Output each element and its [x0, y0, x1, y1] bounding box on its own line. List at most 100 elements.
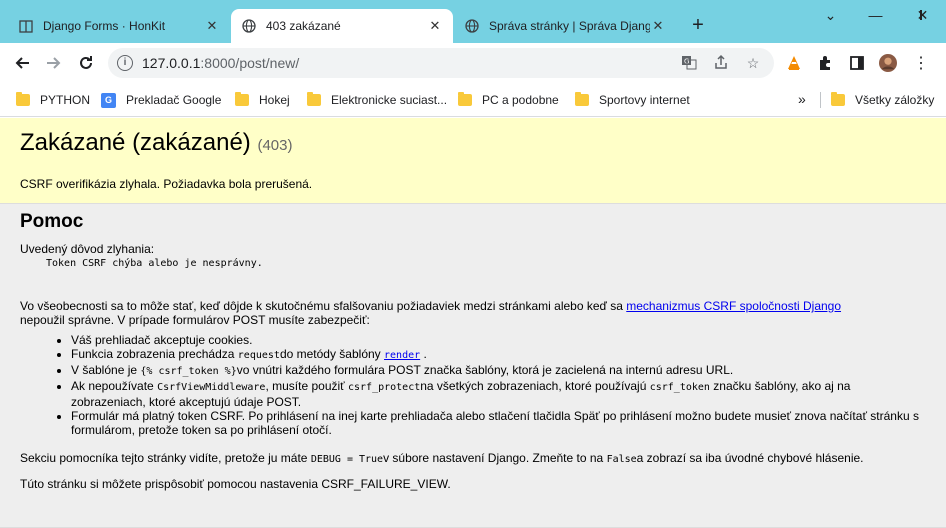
item-text: Ak nepoužívate	[71, 379, 154, 393]
url-path: :8000/post/new/	[200, 55, 300, 71]
reload-button[interactable]	[72, 49, 100, 77]
tab-title: 403 zakázané	[266, 19, 341, 33]
forward-button[interactable]	[40, 49, 68, 77]
tab-403[interactable]: 403 zakázané ✕	[231, 9, 453, 43]
folder-icon	[575, 92, 589, 106]
bookmark-pc[interactable]: PC a podobne	[458, 91, 559, 109]
error-title: Zakázané (zakázané)	[20, 129, 251, 156]
bookmark-label: Sportovy internet	[599, 93, 690, 107]
toolbar: i 127.0.0.1:8000/post/new/ G ☆ ⋮	[0, 43, 946, 83]
code-middleware: CsrfViewMiddleware	[157, 382, 266, 393]
bookmark-google-translate[interactable]: G Prekladač Google	[101, 91, 221, 109]
item-text: Funkcia zobrazenia prechádza	[71, 347, 235, 361]
bookmark-label: Všetky záložky	[855, 93, 935, 107]
avatar[interactable]	[879, 54, 897, 72]
general-paragraph: Vo všeobecnosti sa to môže stať, keď dôj…	[20, 299, 926, 327]
menu-kebab-icon[interactable]: ⋮	[912, 54, 930, 72]
item-text: Váš prehliadač akceptuje cookies.	[71, 333, 253, 347]
address-bar[interactable]: i 127.0.0.1:8000/post/new/ G ☆	[108, 48, 774, 78]
error-summary: Zakázané (zakázané) (403) CSRF overifiká…	[0, 118, 946, 204]
site-info-icon[interactable]: i	[117, 55, 133, 71]
folder-icon	[235, 92, 249, 106]
book-icon	[18, 18, 34, 34]
tab-title: Správa stránky | Správa Djang	[489, 19, 650, 33]
extensions-puzzle-icon[interactable]	[816, 54, 834, 72]
page-content: Zakázané (zakázané) (403) CSRF overifiká…	[0, 118, 946, 528]
bookmarks-divider	[820, 92, 821, 108]
more-bookmarks-button[interactable]: »	[798, 91, 806, 107]
error-code: (403)	[257, 137, 293, 154]
reason-text: Token CSRF chýba alebo je nesprávny.	[46, 258, 263, 269]
item-text: V šablóne je	[71, 363, 138, 377]
back-button[interactable]	[8, 49, 36, 77]
general-text: Vo všeobecnosti sa to môže stať, keď dôj…	[20, 299, 623, 313]
forward-arrow-icon	[47, 57, 61, 69]
item-text: na všetkých zobrazeniach, ktoré používaj…	[420, 379, 647, 393]
help-section: Pomoc Uvedený dôvod zlyhania: Token CSRF…	[0, 204, 946, 528]
google-translate-icon: G	[101, 92, 116, 108]
bookmarks-bar: PYTHON G Prekladač Google Hokej Elektron…	[0, 83, 946, 117]
close-tab-icon[interactable]: ✕	[204, 18, 220, 34]
list-item: Váš prehliadač akceptuje cookies.	[71, 333, 926, 347]
list-item: V šablóne je {% csrf_token %}vo vnútri k…	[71, 363, 926, 379]
all-bookmarks-folder[interactable]: Všetky záložky	[831, 91, 934, 109]
debug-text: Sekciu pomocníka tejto stránky vidíte, p…	[20, 451, 308, 465]
share-icon[interactable]	[712, 54, 730, 72]
requirements-list: Váš prehliadač akceptuje cookies. Funkci…	[71, 333, 926, 437]
globe-icon	[241, 18, 257, 34]
close-tab-icon[interactable]: ✕	[650, 18, 666, 34]
item-text: , musíte použiť	[265, 379, 345, 393]
folder-icon	[831, 92, 845, 106]
url-host: 127.0.0.1	[142, 55, 201, 71]
translate-icon[interactable]: G	[680, 54, 698, 72]
close-tab-icon[interactable]: ✕	[427, 18, 443, 34]
bookmark-label: PYTHON	[40, 93, 91, 107]
code-request: request	[237, 350, 280, 361]
back-arrow-icon	[15, 57, 29, 69]
csrf-docs-link[interactable]: mechanizmus CSRF spoločnosti Django	[626, 299, 841, 313]
error-message: CSRF overifikázia zlyhala. Požiadavka bo…	[20, 177, 313, 191]
debug-paragraph: Sekciu pomocníka tejto stránky vidíte, p…	[20, 451, 900, 467]
window-close-icon[interactable]: ✕	[900, 0, 945, 30]
bookmark-label: PC a podobne	[482, 93, 559, 107]
debug-text: a zobrazí sa iba úvodné chybové hlásenie…	[636, 451, 864, 465]
tab-django-forms[interactable]: Django Forms · HonKit ✕	[8, 9, 230, 43]
new-tab-button[interactable]: +	[686, 14, 710, 38]
window-maximize-icon[interactable]	[853, 0, 922, 30]
item-text: vo vnútri každého formulára POST značka …	[236, 363, 734, 377]
page-title: Zakázané (zakázané) (403)	[20, 129, 926, 157]
bookmark-star-icon[interactable]: ☆	[744, 54, 762, 72]
bookmark-hokej[interactable]: Hokej	[235, 91, 290, 109]
tab-sprava-stranky[interactable]: Správa stránky | Správa Djang ✕	[454, 9, 676, 43]
code-csrf-token: csrf_token	[649, 382, 710, 393]
help-heading: Pomoc	[20, 211, 84, 232]
code-debug-true: DEBUG = True	[310, 454, 384, 465]
url-text[interactable]: 127.0.0.1:8000/post/new/	[142, 55, 299, 71]
window-tabsearch-icon[interactable]: ⌄	[808, 0, 853, 30]
vlc-extension-icon[interactable]	[785, 54, 803, 72]
bookmark-label: Prekladač Google	[126, 93, 222, 107]
reload-icon	[80, 56, 92, 69]
folder-icon	[458, 92, 472, 106]
debug-text: v súbore nastavení Django. Zmeňte to na	[383, 451, 604, 465]
bookmark-python[interactable]: PYTHON	[16, 91, 90, 109]
bookmark-elektronicke[interactable]: Elektronicke suciast...	[307, 91, 447, 109]
item-text: Formulár má platný token CSRF. Po prihlá…	[71, 409, 919, 437]
folder-icon	[307, 92, 321, 106]
code-render: render	[384, 350, 421, 361]
code-csrf-protect: csrf_protect	[348, 382, 421, 393]
list-item: Formulár má platný token CSRF. Po prihlá…	[71, 409, 926, 437]
side-panel-icon[interactable]	[848, 54, 866, 72]
tab-strip: Django Forms · HonKit ✕ 403 zakázané ✕ S…	[0, 0, 946, 43]
item-text: do metódy šablóny	[279, 347, 381, 361]
item-text: .	[423, 347, 427, 361]
customize-paragraph: Túto stránku si môžete prispôsobiť pomoc…	[20, 477, 451, 491]
globe-icon	[464, 18, 480, 34]
bookmark-label: Elektronicke suciast...	[331, 93, 448, 107]
reason-label: Uvedený dôvod zlyhania:	[20, 242, 155, 256]
list-item: Funkcia zobrazenia prechádza requestdo m…	[71, 347, 926, 363]
bookmark-sportovy[interactable]: Sportovy internet	[575, 91, 690, 109]
render-link[interactable]: render	[384, 347, 420, 361]
tab-title: Django Forms · HonKit	[43, 19, 166, 33]
list-item: Ak nepoužívate CsrfViewMiddleware, musít…	[71, 379, 926, 409]
